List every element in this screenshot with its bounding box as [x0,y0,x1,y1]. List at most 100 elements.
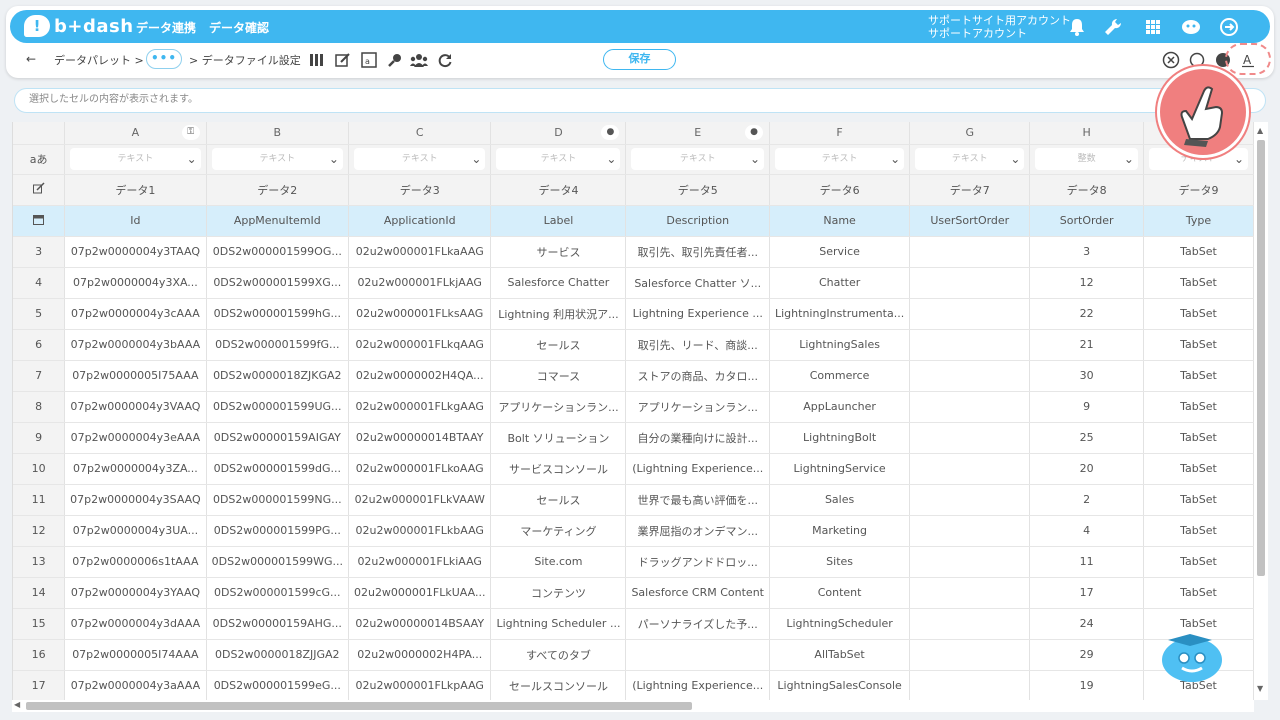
cell-content-display[interactable]: 選択したセルの内容が表示されます。 [14,88,1266,113]
table-cell[interactable]: 世界で最も高い評価を... [625,484,770,516]
header-row-calendar-icon[interactable] [13,205,66,237]
column-field-name[interactable]: SortOrder [1029,205,1144,237]
table-cell[interactable]: TabSet [1143,577,1254,609]
table-cell[interactable]: Content [769,577,911,609]
table-cell[interactable]: AppLauncher [769,391,911,423]
table-cell[interactable]: 取引先、取引先責任者... [625,236,770,268]
scroll-down-icon[interactable]: ▼ [1257,684,1263,693]
logo[interactable]: ! b+dash [24,14,134,38]
table-cell[interactable] [909,391,1031,423]
table-cell[interactable]: セールス [490,329,627,361]
table-cell[interactable]: 20 [1029,453,1144,485]
vertical-scrollbar[interactable]: ▲ ▼ [1254,122,1268,700]
table-cell[interactable]: 29 [1029,639,1144,671]
table-cell[interactable]: TabSet [1143,298,1254,330]
text-format-icon[interactable]: a [360,51,378,69]
table-cell[interactable]: 07p2w0000004y3aAAA [64,670,207,700]
table-cell[interactable]: 07p2w0000005I74AAA [64,639,207,671]
row-number[interactable]: 12 [13,515,66,547]
bell-icon[interactable] [1066,16,1088,38]
table-cell[interactable]: 0DS2w00000159AHG... [206,608,349,640]
close-circle-icon[interactable] [1162,51,1180,69]
table-cell[interactable]: アプリケーションラン... [625,391,770,423]
column-field-name[interactable]: Name [769,205,911,237]
table-cell[interactable]: 07p2w0000004y3TAAQ [64,236,207,268]
table-cell[interactable]: 02u2w000001FLkbAAG [348,515,492,547]
account-info[interactable]: サポートサイト用アカウント サポートアカウント [928,14,1071,40]
table-cell[interactable]: 0DS2w000001599UG... [206,391,349,423]
table-cell[interactable]: すべてのタブ [490,639,627,671]
mascot-assistant-icon[interactable] [1160,628,1228,686]
type-dropdown[interactable]: テキスト ⌄ [631,148,764,170]
vertical-scroll-thumb[interactable] [1257,140,1265,576]
table-cell[interactable]: 12 [1029,267,1144,299]
scroll-up-icon[interactable]: ▲ [1257,126,1263,135]
table-cell[interactable]: TabSet [1143,360,1254,392]
table-cell[interactable]: 07p2w0000004y3dAAA [64,608,207,640]
table-cell[interactable] [909,236,1031,268]
table-cell[interactable] [909,329,1031,361]
column-field-name[interactable]: Label [490,205,627,237]
table-cell[interactable]: (Lightning Experience... [625,670,770,700]
table-cell[interactable]: LightningInstrumenta... [769,298,911,330]
grid-menu-icon[interactable] [1142,16,1164,38]
scroll-left-icon[interactable]: ◀ [14,700,20,709]
table-cell[interactable]: Lightning Experience ... [625,298,770,330]
table-cell[interactable]: 0DS2w000001599cG... [206,577,349,609]
columns-icon[interactable] [308,51,326,69]
table-cell[interactable]: 3 [1029,236,1144,268]
table-cell[interactable]: LightningScheduler [769,608,911,640]
table-cell[interactable] [625,639,770,671]
column-field-name[interactable]: Id [64,205,207,237]
table-cell[interactable]: 24 [1029,608,1144,640]
table-cell[interactable]: 22 [1029,298,1144,330]
table-cell[interactable] [909,484,1031,516]
column-header-d[interactable]: D ● [490,122,627,145]
type-dropdown[interactable]: テキスト ⌄ [775,148,905,170]
edit-icon[interactable] [334,51,352,69]
table-cell[interactable]: コンテンツ [490,577,627,609]
table-cell[interactable]: 02u2w000001FLksAAG [348,298,492,330]
table-cell[interactable]: 0DS2w0000018ZJKGA2 [206,360,349,392]
row-number[interactable]: 17 [13,670,66,700]
table-cell[interactable]: TabSet [1143,422,1254,454]
table-cell[interactable]: 4 [1029,515,1144,547]
table-cell[interactable] [909,453,1031,485]
horizontal-scrollbar[interactable]: ◀ [12,700,1254,712]
table-cell[interactable] [909,298,1031,330]
table-cell[interactable]: 07p2w0000005I75AAA [64,360,207,392]
table-cell[interactable] [909,639,1031,671]
table-cell[interactable] [909,577,1031,609]
table-cell[interactable]: 2 [1029,484,1144,516]
row-number[interactable]: 16 [13,639,66,671]
table-cell[interactable]: 17 [1029,577,1144,609]
table-cell[interactable]: アプリケーションラン... [490,391,627,423]
table-cell[interactable]: TabSet [1143,267,1254,299]
table-cell[interactable]: 02u2w000001FLkqAAG [348,329,492,361]
back-arrow-icon[interactable]: ← [26,52,36,66]
table-cell[interactable]: 02u2w000001FLkjAAG [348,267,492,299]
users-icon[interactable] [410,51,428,69]
row-number[interactable]: 3 [13,236,66,268]
table-cell[interactable]: コマース [490,360,627,392]
table-cell[interactable]: LightningBolt [769,422,911,454]
wrench-icon[interactable] [1102,16,1124,38]
table-cell[interactable]: 07p2w0000004y3UA... [64,515,207,547]
breadcrumb-more-button[interactable]: ••• [146,49,182,69]
table-cell[interactable]: TabSet [1143,453,1254,485]
table-cell[interactable]: TabSet [1143,329,1254,361]
row-number[interactable]: 4 [13,267,66,299]
table-cell[interactable] [909,360,1031,392]
table-cell[interactable] [909,546,1031,578]
table-cell[interactable]: Marketing [769,515,911,547]
table-cell[interactable]: Salesforce Chatter ソ... [625,267,770,299]
column-alias[interactable]: データ5 [625,174,770,206]
refresh-icon[interactable] [436,51,454,69]
table-cell[interactable]: Sites [769,546,911,578]
table-cell[interactable]: 0DS2w000001599fG... [206,329,349,361]
table-cell[interactable]: 0DS2w0000018ZJJGA2 [206,639,349,671]
column-alias[interactable]: データ6 [769,174,911,206]
table-cell[interactable]: マーケティング [490,515,627,547]
column-alias[interactable]: データ8 [1029,174,1144,206]
users-icon[interactable]: ● [745,125,763,140]
